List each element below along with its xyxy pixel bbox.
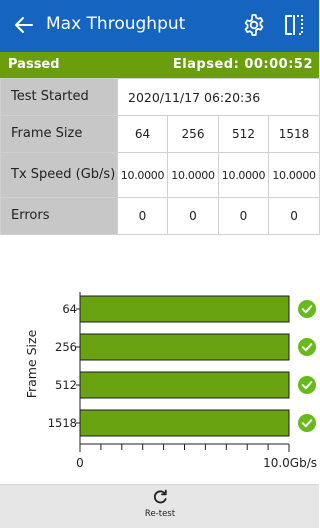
- frame-size-row: Frame Size 64 256 512 1518: [0, 115, 320, 153]
- split-panel-icon[interactable]: [283, 13, 305, 37]
- errors-cell: 0: [267, 197, 320, 235]
- errors-cell: 0: [167, 197, 219, 235]
- results-table: Test Started 2020/11/17 06:20:36 Frame S…: [0, 78, 320, 235]
- check-circle-icon: [298, 414, 316, 432]
- page-title: Max Throughput: [46, 14, 186, 34]
- bar: [79, 295, 290, 323]
- retest-label: Re-test: [144, 509, 176, 519]
- frame-size-cell: 64: [117, 115, 168, 153]
- y-tick-label: 512: [55, 378, 77, 392]
- throughput-chart: 64 256 512 1518 0 10.0Gb/s Frame Size: [0, 238, 319, 484]
- gear-icon[interactable]: [242, 13, 266, 37]
- frame-size-cell: 256: [167, 115, 219, 153]
- throughput-chart-svg: 64 256 512 1518 0 10.0Gb/s Frame Size: [24, 292, 317, 470]
- app-bar: Max Throughput: [0, 0, 319, 52]
- errors-cell: 0: [117, 197, 168, 235]
- tx-speed-row: Tx Speed (Gb/s) 10.0000 10.0000 10.0000 …: [0, 152, 320, 198]
- frame-size-cell: 1518: [267, 115, 320, 153]
- check-circle-icon: [298, 300, 316, 318]
- y-tick-label: 256: [55, 340, 77, 354]
- y-tick-label: 1518: [48, 416, 77, 430]
- tx-speed-cell: 10.0000: [167, 152, 219, 198]
- x-tick-label: 10.0Gb/s: [263, 456, 317, 470]
- bar: [79, 371, 290, 399]
- check-circle-icon: [298, 376, 316, 394]
- errors-label: Errors: [0, 197, 118, 235]
- test-started-value: 2020/11/17 06:20:36: [116, 78, 320, 116]
- test-started-label: Test Started: [0, 78, 118, 116]
- tx-speed-cell: 10.0000: [267, 152, 320, 198]
- status-bar: Passed Elapsed: 00:00:52: [0, 52, 319, 78]
- frame-size-label: Frame Size: [0, 115, 118, 153]
- tx-speed-cell: 10.0000: [218, 152, 269, 198]
- bar: [79, 333, 290, 361]
- elapsed-time: Elapsed: 00:00:52: [172, 57, 313, 72]
- y-axis-label: Frame Size: [24, 329, 39, 398]
- tx-speed-label: Tx Speed (Gb/s): [0, 152, 118, 198]
- x-tick-label: 0: [76, 456, 84, 470]
- tx-speed-cell: 10.0000: [117, 152, 168, 198]
- bottom-toolbar: Re-test: [0, 484, 319, 528]
- check-circle-icon: [298, 338, 316, 356]
- status-result: Passed: [8, 57, 60, 72]
- refresh-icon: [153, 489, 167, 504]
- bar: [79, 409, 290, 437]
- test-started-row: Test Started 2020/11/17 06:20:36: [0, 78, 320, 116]
- frame-size-cell: 512: [218, 115, 269, 153]
- retest-button[interactable]: Re-test: [140, 489, 180, 527]
- errors-row: Errors 0 0 0 0: [0, 197, 320, 235]
- arrow-left-icon[interactable]: [12, 13, 36, 37]
- errors-cell: 0: [218, 197, 269, 235]
- y-tick-label: 64: [62, 302, 77, 316]
